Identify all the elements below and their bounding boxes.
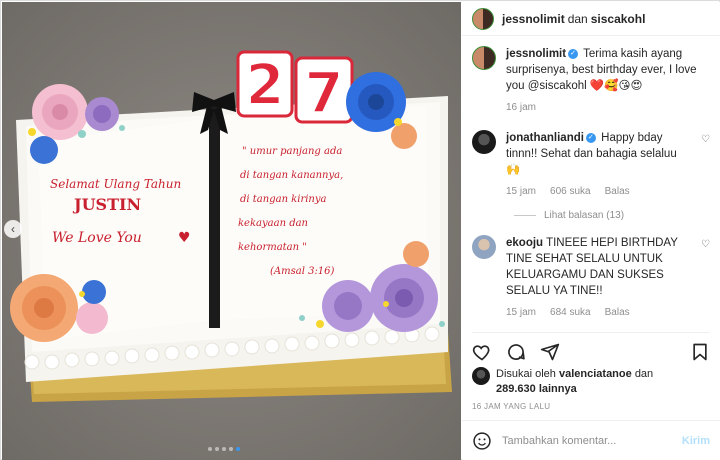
likes-prefix: Disukai oleh — [496, 368, 556, 380]
caption-avatar[interactable] — [472, 46, 496, 70]
comment-username[interactable]: ekooju — [506, 237, 543, 249]
view-replies-button[interactable]: Lihat balasan (13) — [514, 210, 710, 221]
verified-badge-icon: ✓ — [585, 132, 596, 143]
carousel-dot — [222, 447, 226, 451]
view-replies-label: Lihat balasan (13) — [544, 210, 625, 221]
candle-digit-7: 7 — [305, 61, 344, 126]
comment-time[interactable]: 15 jam — [506, 305, 536, 321]
rose-pink-bottom — [76, 302, 108, 334]
cake-heart-icon: ♥ — [178, 230, 191, 246]
cake-verse-2: di tangan kanannya, — [240, 170, 343, 181]
post-comment-button[interactable]: Kirim — [682, 435, 710, 447]
rose-orange-small-bottom-right — [403, 241, 429, 267]
header-avatar[interactable] — [472, 7, 494, 30]
like-heart-icon[interactable] — [472, 342, 492, 362]
comment-like-heart-icon[interactable]: ♡ — [701, 134, 710, 145]
header-conjunction: dan — [567, 11, 588, 26]
caption-username[interactable]: jessnolimit — [506, 48, 566, 60]
comment-username[interactable]: jonathanliandi — [506, 132, 584, 144]
likes-suffix[interactable]: lainnya — [539, 383, 577, 395]
likes-and: dan — [634, 368, 654, 380]
comment-emoji: 🙌 — [506, 164, 521, 176]
cake-photo: 2 7 Selamat Ulang Tahun JUSTIN We Love Y… — [2, 2, 461, 460]
comment-item: ekooju TINEEE HEPI BIRTHDAY TINE SEHAT S… — [472, 235, 710, 321]
comment-input[interactable] — [502, 434, 672, 447]
likes-summary: Disukai oleh valenciatanoe dan 289.630 l… — [472, 367, 710, 397]
verified-badge-icon: ✓ — [568, 48, 579, 59]
cake-verse-ref: (Amsal 3:16) — [270, 266, 335, 277]
emoji-picker-icon[interactable] — [472, 431, 492, 451]
comment-avatar[interactable] — [472, 130, 496, 154]
rose-purple-top-left — [85, 97, 119, 131]
action-bar — [472, 332, 710, 365]
cake-verse-5: kehormatan " — [238, 242, 307, 253]
carousel-dot — [229, 447, 233, 451]
rose-blue-small — [30, 136, 58, 164]
caption-emoji: ❤️🥰😘😍 — [589, 80, 643, 92]
carousel-prev-button[interactable]: ‹ — [4, 220, 22, 238]
comment-like-heart-icon[interactable]: ♡ — [701, 239, 710, 250]
comment-avatar[interactable] — [472, 235, 496, 259]
liker-username[interactable]: valenciatanoe — [559, 368, 632, 380]
comment-item: jonathanliandi ✓ Happy bday tinnn!! Sehat… — [472, 130, 710, 200]
carousel-dot — [208, 447, 212, 451]
comment-bubble-icon[interactable] — [506, 342, 526, 362]
comment-likes[interactable]: 684 suka — [550, 305, 591, 321]
candle-2: 2 — [236, 50, 294, 119]
reply-button[interactable]: Balas — [605, 184, 630, 200]
post-media[interactable]: 2 7 Selamat Ulang Tahun JUSTIN We Love Y… — [2, 2, 461, 460]
cake-verse-4: kekayaan dan — [238, 218, 308, 229]
header-username[interactable]: jessnolimit — [502, 12, 565, 26]
caption: jessnolimit ✓ Terima kasih ayang surprise… — [472, 46, 710, 116]
rose-orange-small-right — [391, 123, 417, 149]
post-dialog: 2 7 Selamat Ulang Tahun JUSTIN We Love Y… — [0, 0, 720, 460]
share-send-icon[interactable] — [540, 342, 560, 362]
caption-time[interactable]: 16 jam — [506, 100, 536, 116]
cake-love: We Love You — [52, 230, 142, 246]
comment-composer: Kirim — [462, 420, 720, 460]
cake-greeting: Selamat Ulang Tahun — [50, 177, 181, 191]
post-timestamp[interactable]: 16 JAM YANG LALU — [472, 402, 550, 411]
carousel-indicator — [208, 447, 240, 451]
cake-verse-3: di tangan kirinya — [240, 194, 327, 205]
comment-likes[interactable]: 606 suka — [550, 184, 591, 200]
save-bookmark-icon[interactable] — [690, 342, 710, 362]
candle-digit-2: 2 — [246, 53, 285, 118]
replies-divider — [514, 215, 536, 216]
carousel-dot — [215, 447, 219, 451]
carousel-dot-active — [236, 447, 240, 451]
cake-verse-1: " umur panjang ada — [242, 146, 342, 157]
candle-7: 7 — [294, 56, 354, 127]
post-sidebar: jessnolimit dan siscakohl jessnolimit ✓ Ter… — [462, 2, 720, 460]
reply-button[interactable]: Balas — [605, 305, 630, 321]
liker-avatar[interactable] — [472, 367, 490, 385]
cake-name: JUSTIN — [72, 195, 141, 214]
comments-list: jessnolimit ✓ Terima kasih ayang surprise… — [472, 46, 710, 321]
post-header: jessnolimit dan siscakohl — [462, 2, 720, 36]
likes-count[interactable]: 289.630 — [496, 383, 536, 395]
comment-time[interactable]: 15 jam — [506, 184, 536, 200]
header-collaborator[interactable]: siscakohl — [591, 12, 646, 26]
rose-blue-bottom — [82, 280, 106, 304]
rose-orange-bottom-left — [10, 274, 78, 342]
